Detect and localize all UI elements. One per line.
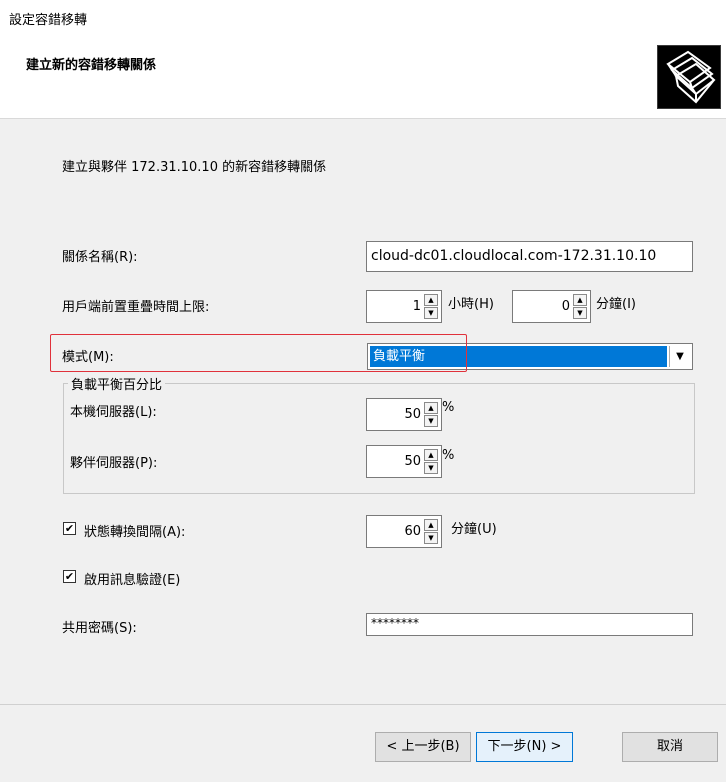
intro-text: 建立與夥伴 172.31.10.10 的新容錯移轉關係 bbox=[62, 160, 327, 175]
local-server-label: 本機伺服器(L): bbox=[70, 405, 157, 420]
mclt-label: 用戶端前置重疊時間上限: bbox=[62, 300, 210, 315]
spin-down-icon[interactable]: ▼ bbox=[424, 415, 438, 427]
wizard-header: 建立新的容錯移轉關係 bbox=[0, 30, 726, 119]
spin-up-icon[interactable]: ▲ bbox=[424, 519, 438, 531]
spin-up-icon[interactable]: ▲ bbox=[424, 449, 438, 461]
relationship-name-label: 關係名稱(R): bbox=[62, 250, 138, 265]
partner-server-spinner[interactable]: 50 ▲ ▼ bbox=[366, 445, 442, 478]
spin-up-icon[interactable]: ▲ bbox=[424, 294, 438, 306]
message-auth-checkbox[interactable]: ✔ bbox=[63, 570, 76, 583]
mclt-minutes-value: 0 bbox=[561, 299, 570, 314]
state-switch-spinner[interactable]: 60 ▲ ▼ bbox=[366, 515, 442, 548]
check-icon: ✔ bbox=[64, 522, 75, 535]
spin-down-icon[interactable]: ▼ bbox=[424, 462, 438, 474]
partner-server-unit: % bbox=[442, 448, 455, 463]
window-title: 設定容錯移轉 bbox=[9, 13, 88, 28]
spin-down-icon[interactable]: ▼ bbox=[424, 532, 438, 544]
mclt-hours-spinner[interactable]: 1 ▲ ▼ bbox=[366, 290, 442, 323]
mode-highlight-box bbox=[50, 334, 467, 372]
title-bar: 設定容錯移轉 bbox=[0, 0, 726, 30]
local-server-spinner[interactable]: 50 ▲ ▼ bbox=[366, 398, 442, 431]
local-server-unit: % bbox=[442, 400, 455, 415]
chevron-down-icon[interactable]: ▼ bbox=[669, 346, 690, 367]
state-switch-label: 狀態轉換間隔(A): bbox=[84, 525, 186, 540]
mclt-minutes-spinner[interactable]: 0 ▲ ▼ bbox=[512, 290, 591, 323]
page-title: 建立新的容錯移轉關係 bbox=[26, 58, 157, 73]
wizard-footer bbox=[0, 705, 726, 782]
relationship-name-input[interactable]: cloud-dc01.cloudlocal.com-172.31.10.10 bbox=[366, 241, 693, 272]
shared-secret-input[interactable]: ******** bbox=[366, 613, 693, 636]
next-button[interactable]: 下一步(N) > bbox=[476, 732, 573, 762]
mclt-hours-unit: 小時(H) bbox=[448, 297, 494, 312]
check-icon: ✔ bbox=[64, 570, 75, 583]
spin-down-icon[interactable]: ▼ bbox=[424, 307, 438, 319]
cancel-button[interactable]: 取消 bbox=[622, 732, 718, 762]
mclt-hours-value: 1 bbox=[412, 299, 421, 314]
load-balance-group-title: 負載平衡百分比 bbox=[68, 374, 166, 393]
shared-secret-label: 共用密碼(S): bbox=[62, 621, 137, 636]
spin-up-icon[interactable]: ▲ bbox=[573, 294, 587, 306]
state-switch-checkbox[interactable]: ✔ bbox=[63, 522, 76, 535]
folders-icon bbox=[657, 45, 721, 109]
message-auth-label: 啟用訊息驗證(E) bbox=[84, 573, 181, 588]
back-button[interactable]: < 上一步(B) bbox=[375, 732, 471, 762]
mclt-minutes-unit: 分鐘(I) bbox=[596, 297, 636, 312]
spin-down-icon[interactable]: ▼ bbox=[573, 307, 587, 319]
spin-up-icon[interactable]: ▲ bbox=[424, 402, 438, 414]
state-switch-unit: 分鐘(U) bbox=[451, 522, 497, 537]
partner-server-value: 50 bbox=[404, 454, 421, 469]
local-server-value: 50 bbox=[404, 407, 421, 422]
partner-server-label: 夥伴伺服器(P): bbox=[70, 456, 158, 471]
state-switch-value: 60 bbox=[404, 524, 421, 539]
